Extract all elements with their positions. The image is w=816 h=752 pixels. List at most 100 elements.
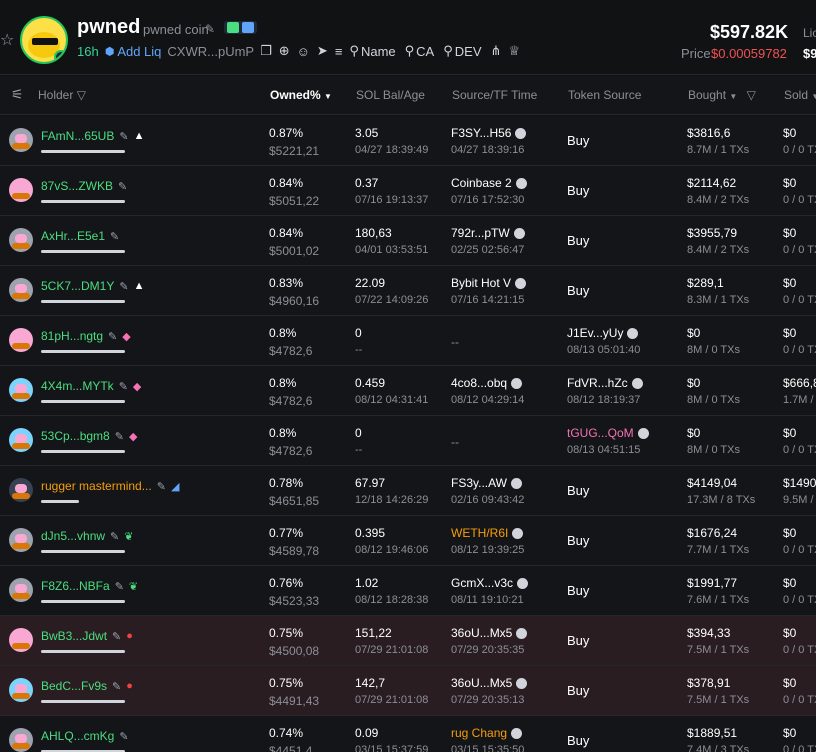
- search-ca-link[interactable]: ⚲ CA: [405, 43, 435, 59]
- holder-address[interactable]: BedC...Fv9s ✎ ●: [41, 679, 133, 693]
- edit-pencil-icon[interactable]: ✎: [115, 430, 124, 443]
- solscan-icon[interactable]: [511, 377, 523, 389]
- telegram-icon[interactable]: ➤: [317, 43, 328, 59]
- col-owned[interactable]: Owned% ▼: [270, 88, 332, 102]
- holder-address[interactable]: 5CK7...DM1Y ✎ ▲: [41, 279, 144, 293]
- table-row[interactable]: BwB3...Jdwt ✎ ● 0.75% $4500,08 151,22 07/29 21…: [0, 616, 816, 666]
- token-source-address[interactable]: J1Ev...yUy: [567, 326, 639, 340]
- funding-source[interactable]: WETH/R6I: [451, 526, 524, 540]
- holder-avatar[interactable]: [9, 328, 33, 352]
- holder-address[interactable]: rugger mastermind... ✎ ◢: [41, 479, 179, 493]
- funding-source[interactable]: 4co8...obq: [451, 376, 523, 390]
- holder-address[interactable]: F8Z6...NBFa ✎ ❦: [41, 579, 138, 593]
- globe-icon[interactable]: ⊕: [279, 43, 290, 59]
- holder-address[interactable]: AxHr...E5e1 ✎: [41, 229, 119, 243]
- col-sold[interactable]: Sold ▼: [784, 88, 816, 102]
- funding-source[interactable]: 36oU...Mx5: [451, 626, 528, 640]
- holder-avatar[interactable]: [9, 378, 33, 402]
- holder-avatar[interactable]: [9, 128, 33, 152]
- table-row[interactable]: 5CK7...DM1Y ✎ ▲ 0.83% $4960,16 22.09 07/22 14:…: [0, 266, 816, 316]
- holder-avatar[interactable]: [9, 628, 33, 652]
- funding-source[interactable]: rug Chang: [451, 726, 523, 740]
- edit-pencil-icon[interactable]: ✎: [119, 380, 128, 393]
- table-row[interactable]: F8Z6...NBFa ✎ ❦ 0.76% $4523,33 1.02 08/12 18:2…: [0, 566, 816, 616]
- list-icon[interactable]: ≡: [335, 44, 343, 59]
- token-avatar[interactable]: [20, 16, 68, 64]
- holder-avatar[interactable]: [9, 478, 33, 502]
- solscan-icon[interactable]: [513, 227, 525, 239]
- edit-pencil-icon[interactable]: ✎: [157, 480, 166, 493]
- holder-address[interactable]: FAmN...65UB ✎ ▲: [41, 129, 144, 143]
- holder-address[interactable]: 53Cp...bgm8 ✎ ◆: [41, 429, 137, 443]
- solscan-icon[interactable]: [516, 627, 528, 639]
- solscan-icon[interactable]: [631, 377, 643, 389]
- holder-avatar[interactable]: [9, 278, 33, 302]
- funding-source[interactable]: GcmX...v3c: [451, 576, 529, 590]
- funding-source[interactable]: Coinbase 2: [451, 176, 527, 190]
- filter-icon[interactable]: ▽: [77, 88, 86, 102]
- search-name-link[interactable]: ⚲ Name: [349, 43, 395, 59]
- table-row[interactable]: AxHr...E5e1 ✎ 0.84% $5001,02 180,63 04/01 03:…: [0, 216, 816, 266]
- solscan-icon[interactable]: [511, 477, 523, 489]
- table-row[interactable]: FAmN...65UB ✎ ▲ 0.87% $5221,21 3.05 04/27 18:3…: [0, 116, 816, 166]
- col-source[interactable]: Source/TF Time: [452, 88, 537, 102]
- settings-sliders-icon[interactable]: ⚟: [11, 86, 24, 103]
- token-source-address[interactable]: FdVR...hZc: [567, 376, 643, 390]
- solscan-icon[interactable]: [515, 177, 527, 189]
- holder-address[interactable]: 4X4m...MYTk ✎ ◆: [41, 379, 141, 393]
- star-icon[interactable]: ☆: [0, 30, 14, 50]
- table-row[interactable]: AHLQ...cmKg ✎ 0.74% $4451,4 0.09 03/15 15:37:…: [0, 716, 816, 752]
- edit-pencil-icon[interactable]: ✎: [112, 630, 121, 643]
- table-row[interactable]: BedC...Fv9s ✎ ● 0.75% $4491,43 142,7 07/29 21:…: [0, 666, 816, 716]
- table-row[interactable]: dJn5...vhnw ✎ ❦ 0.77% $4589,78 0.395 08/12 19:…: [0, 516, 816, 566]
- user-icon[interactable]: ☺: [297, 44, 310, 59]
- solscan-icon[interactable]: [516, 677, 528, 689]
- col-holder[interactable]: Holder ▽: [38, 88, 86, 102]
- funding-source[interactable]: 792r...pTW: [451, 226, 525, 240]
- holder-address[interactable]: BwB3...Jdwt ✎ ●: [41, 629, 133, 643]
- holder-address[interactable]: AHLQ...cmKg ✎: [41, 729, 129, 743]
- edit-pencil-icon[interactable]: ✎: [118, 180, 127, 193]
- holder-avatar[interactable]: [9, 728, 33, 752]
- solscan-icon[interactable]: [515, 127, 527, 139]
- holder-avatar[interactable]: [9, 428, 33, 452]
- table-row[interactable]: rugger mastermind... ✎ ◢ 0.78% $4651,85 67.97…: [0, 466, 816, 516]
- holder-avatar[interactable]: [9, 678, 33, 702]
- holder-avatar[interactable]: [9, 228, 33, 252]
- table-row[interactable]: 87vS...ZWKB ✎ 0.84% $5051,22 0.37 07/16 19:13…: [0, 166, 816, 216]
- contract-address[interactable]: CXWR...pUmP: [167, 44, 254, 59]
- funding-source[interactable]: F3SY...H56: [451, 126, 527, 140]
- social-badges[interactable]: [224, 21, 257, 34]
- share-icon[interactable]: ⋔: [491, 43, 502, 59]
- filter-icon[interactable]: ▽: [747, 88, 756, 102]
- holder-avatar[interactable]: [9, 578, 33, 602]
- edit-pencil-icon[interactable]: ✎: [110, 530, 119, 543]
- solscan-icon[interactable]: [637, 427, 649, 439]
- edit-pencil-icon[interactable]: ✎: [205, 22, 215, 36]
- copy-icon[interactable]: ❐: [260, 43, 272, 59]
- solscan-icon[interactable]: [515, 277, 527, 289]
- holder-address[interactable]: 81pH...ngtg ✎ ◆: [41, 329, 131, 343]
- add-liq-link[interactable]: Add Liq: [117, 44, 161, 59]
- edit-pencil-icon[interactable]: ✎: [119, 280, 128, 293]
- holder-address[interactable]: 87vS...ZWKB ✎: [41, 179, 127, 193]
- token-source-address[interactable]: tGUG...QoM: [567, 426, 649, 440]
- col-sol-bal[interactable]: SOL Bal/Age: [356, 88, 425, 102]
- search-dev-link[interactable]: ⚲ DEV: [443, 43, 481, 59]
- solscan-icon[interactable]: [512, 527, 524, 539]
- solscan-icon[interactable]: [511, 727, 523, 739]
- edit-pencil-icon[interactable]: ✎: [115, 580, 124, 593]
- edit-pencil-icon[interactable]: ✎: [110, 230, 119, 243]
- table-row[interactable]: 53Cp...bgm8 ✎ ◆ 0.8% $4782,6 0 -- -- tGUG...QoM 0…: [0, 416, 816, 466]
- funding-source[interactable]: FS3y...AW: [451, 476, 523, 490]
- edit-pencil-icon[interactable]: ✎: [108, 330, 117, 343]
- funding-source[interactable]: Bybit Hot V: [451, 276, 527, 290]
- table-row[interactable]: 4X4m...MYTk ✎ ◆ 0.8% $4782,6 0.459 08/12 04:31…: [0, 366, 816, 416]
- solscan-icon[interactable]: [627, 327, 639, 339]
- crown-icon[interactable]: ♕: [508, 43, 520, 59]
- col-bought[interactable]: Bought ▼ ▽: [688, 88, 756, 102]
- funding-source[interactable]: 36oU...Mx5: [451, 676, 528, 690]
- solscan-icon[interactable]: [517, 577, 529, 589]
- edit-pencil-icon[interactable]: ✎: [112, 680, 121, 693]
- holder-avatar[interactable]: [9, 528, 33, 552]
